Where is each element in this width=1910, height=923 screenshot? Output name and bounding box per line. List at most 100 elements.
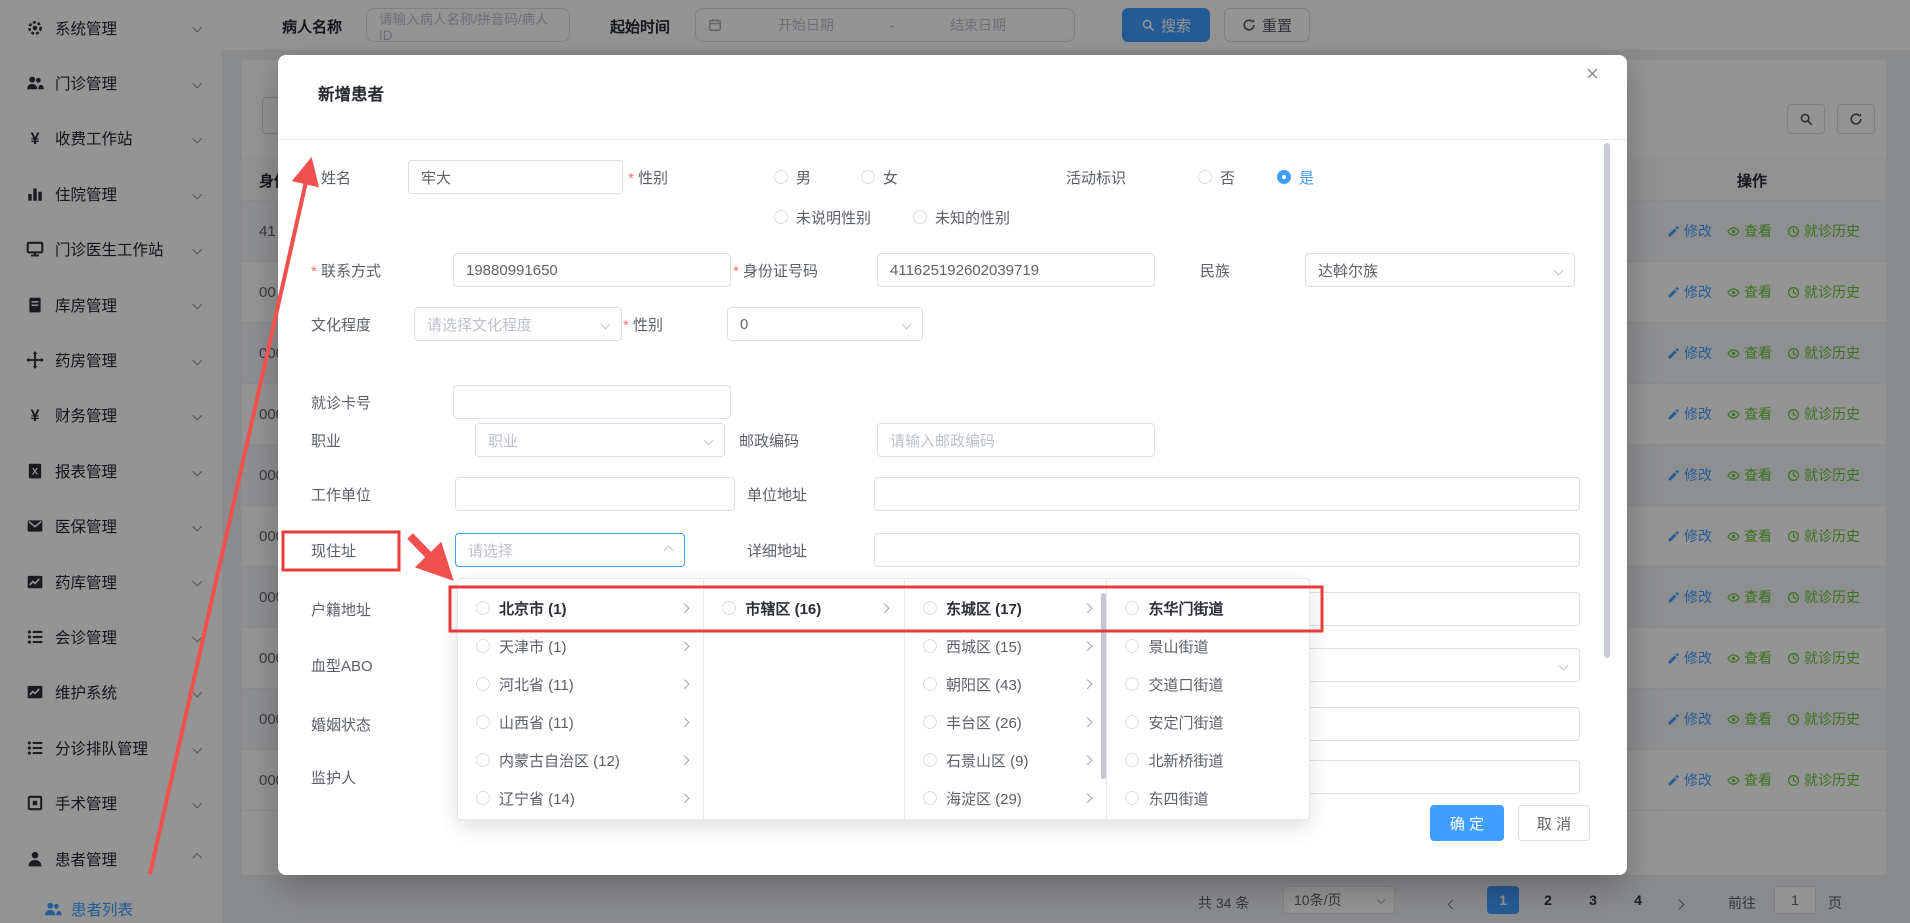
cascader-option[interactable]: 朝阳区 (43) — [905, 665, 1107, 703]
radio-icon — [722, 601, 736, 615]
app: 系统管理门诊管理¥收费工作站住院管理门诊医生工作站库房管理药房管理¥财务管理X报… — [0, 0, 1910, 923]
contact-label: 联系方式 — [311, 260, 381, 281]
id-number-input[interactable]: 411625192602039719 — [877, 253, 1155, 287]
active-flag-radio-no[interactable]: 否 — [1198, 167, 1235, 187]
radio-icon — [1125, 715, 1139, 729]
name-label: 姓名 — [311, 167, 351, 188]
current-address-cascader-select[interactable]: 请选择 — [455, 533, 685, 567]
cascader-option[interactable]: 景山街道 — [1107, 627, 1309, 665]
cascader-option[interactable]: 东华门街道 — [1107, 589, 1309, 627]
cascader-option-label: 安定门街道 — [1148, 712, 1293, 733]
radio-icon — [1125, 639, 1139, 653]
work-unit-input[interactable] — [455, 477, 735, 511]
chevron-down-icon — [902, 319, 912, 329]
cascader-option-label: 天津市 (1) — [499, 636, 672, 657]
chevron-right-icon — [1083, 641, 1092, 650]
chevron-down-icon — [704, 435, 714, 445]
radio-icon — [923, 601, 937, 615]
cascader-column: 东华门街道景山街道交道口街道安定门街道北新桥街道东四街道 — [1107, 579, 1309, 819]
education-label: 文化程度 — [311, 314, 371, 335]
postal-code-label: 邮政编码 — [739, 430, 799, 451]
active-flag-label: 活动标识 — [1066, 167, 1126, 188]
cascader-column: 北京市 (1) 天津市 (1) 河北省 (11) 山西省 (11) 内蒙古自治区 (12… — [458, 579, 704, 819]
cancel-button[interactable]: 取 消 — [1518, 805, 1590, 841]
gender-radio-female[interactable]: 女 — [861, 167, 898, 187]
ethnicity-label: 民族 — [1200, 260, 1230, 281]
cascader-option-label: 东四街道 — [1148, 788, 1293, 809]
active-flag-radio-yes[interactable]: 是 — [1277, 167, 1314, 187]
guardian-label: 监护人 — [311, 767, 356, 788]
chevron-right-icon — [680, 717, 689, 726]
cascader-option[interactable]: 河北省 (11) — [458, 665, 703, 703]
cascader-option-label: 山西省 (11) — [499, 712, 672, 733]
chevron-up-icon — [664, 545, 674, 555]
id-number-label: 身份证号码 — [733, 260, 818, 281]
unit-address-label: 单位地址 — [747, 484, 807, 505]
unit-address-input[interactable] — [874, 477, 1580, 511]
cascader-option-label: 东城区 (17) — [946, 598, 1075, 619]
cascader-option[interactable]: 安定门街道 — [1107, 703, 1309, 741]
cascader-column: 市辖区 (16) — [704, 579, 905, 819]
gender-radio-male[interactable]: 男 — [774, 167, 811, 187]
modal-title: 新增患者 — [318, 81, 384, 105]
cascader-option[interactable]: 内蒙古自治区 (12) — [458, 741, 703, 779]
close-icon[interactable]: × — [1586, 63, 1599, 85]
blood-type-label: 血型ABO — [311, 655, 373, 676]
cascader-option[interactable]: 北京市 (1) — [458, 589, 703, 627]
chevron-right-icon — [680, 793, 689, 802]
cascader-option[interactable]: 西城区 (15) — [905, 627, 1107, 665]
cascader-option[interactable]: 石景山区 (9) — [905, 741, 1107, 779]
gender-radio-unstated[interactable]: 未说明性别 — [774, 207, 871, 227]
chevron-right-icon — [680, 679, 689, 688]
cascader-option[interactable]: 海淀区 (29) — [905, 779, 1107, 817]
cascader-option[interactable]: 东城区 (17) — [905, 589, 1107, 627]
ethnicity-select[interactable]: 达斡尔族 — [1305, 253, 1575, 287]
chevron-down-icon — [1554, 265, 1564, 275]
chevron-down-icon — [601, 319, 611, 329]
cascader-option[interactable]: 天津市 (1) — [458, 627, 703, 665]
cascader-option-label: 北京市 (1) — [499, 598, 672, 619]
cascader-option[interactable]: 辽宁省 (14) — [458, 779, 703, 817]
cascader-option[interactable]: 丰台区 (26) — [905, 703, 1107, 741]
chevron-right-icon — [1083, 793, 1092, 802]
occupation-select[interactable]: 职业 — [475, 423, 725, 457]
radio-icon — [476, 791, 490, 805]
radio-icon — [1125, 753, 1139, 767]
chevron-right-icon — [680, 641, 689, 650]
name-input[interactable]: 牢大 — [408, 160, 623, 194]
cascader-option[interactable]: 山西省 (11) — [458, 703, 703, 741]
cascader-option-label: 内蒙古自治区 (12) — [499, 750, 672, 771]
radio-icon — [923, 791, 937, 805]
gender-label: 性别 — [628, 167, 668, 188]
cascader-option-label: 交道口街道 — [1148, 674, 1293, 695]
cascader-scrollbar[interactable] — [1101, 593, 1106, 779]
contact-input[interactable]: 19880991650 — [453, 253, 731, 287]
gender-code-select[interactable]: 0 — [727, 307, 923, 341]
radio-icon — [476, 601, 490, 615]
education-select[interactable]: 请选择文化程度 — [414, 307, 622, 341]
radio-icon — [476, 753, 490, 767]
detail-address-input[interactable] — [874, 533, 1580, 567]
work-unit-label: 工作单位 — [311, 484, 371, 505]
cascader-option[interactable]: 交道口街道 — [1107, 665, 1309, 703]
radio-icon — [476, 677, 490, 691]
chevron-right-icon — [1083, 603, 1092, 612]
cascader-option-label: 丰台区 (26) — [946, 712, 1075, 733]
chevron-right-icon — [1083, 717, 1092, 726]
radio-icon — [1125, 677, 1139, 691]
gender-radio-unknown[interactable]: 未知的性别 — [913, 207, 1010, 227]
household-address-label: 户籍地址 — [311, 599, 371, 620]
visit-card-input[interactable] — [453, 385, 731, 419]
postal-code-input[interactable]: 请输入邮政编码 — [877, 423, 1155, 457]
confirm-button[interactable]: 确 定 — [1430, 805, 1504, 841]
radio-icon — [923, 639, 937, 653]
cascader-option[interactable]: 北新桥街道 — [1107, 741, 1309, 779]
marital-status-label: 婚姻状态 — [311, 714, 371, 735]
detail-address-label: 详细地址 — [747, 540, 807, 561]
cascader-option[interactable]: 市辖区 (16) — [704, 589, 904, 627]
address-cascader-dropdown: 北京市 (1) 天津市 (1) 河北省 (11) 山西省 (11) 内蒙古自治区 (12… — [457, 578, 1310, 820]
cascader-option[interactable]: 东四街道 — [1107, 779, 1309, 817]
cascader-option-label: 河北省 (11) — [499, 674, 672, 695]
modal-scrollbar[interactable] — [1604, 143, 1610, 658]
cascader-option-label: 石景山区 (9) — [946, 750, 1075, 771]
